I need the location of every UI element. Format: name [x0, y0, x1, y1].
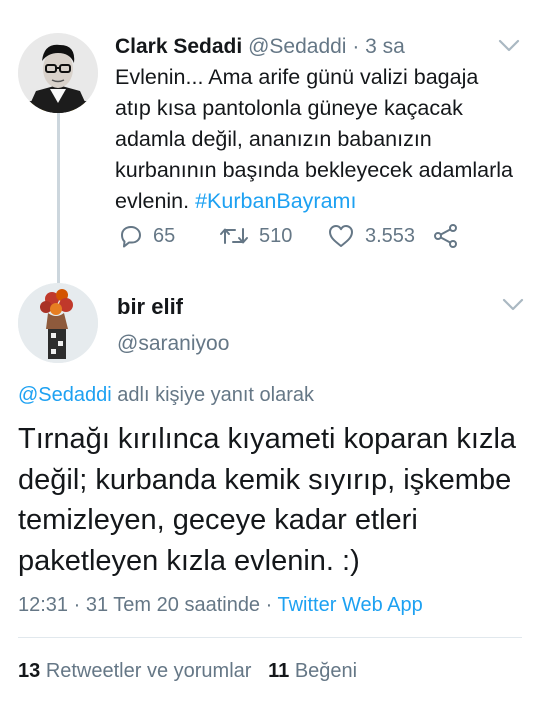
header-separator: ·	[352, 35, 360, 58]
retweets-count: 13	[18, 660, 41, 682]
chevron-down-icon[interactable]	[502, 298, 524, 312]
reply-time: 12:31	[18, 594, 69, 616]
share-icon[interactable]	[433, 223, 459, 249]
author-handle[interactable]: @Sedaddi	[248, 35, 346, 58]
reply-author-handle[interactable]: @saraniyoo	[117, 332, 229, 356]
chevron-down-icon[interactable]	[498, 39, 520, 53]
avatar-image	[18, 33, 98, 113]
reply-action[interactable]: 65	[117, 222, 175, 250]
avatar-image	[18, 283, 98, 363]
source-app-link[interactable]: Twitter Web App	[278, 594, 423, 616]
avatar-bir-elif[interactable]	[18, 283, 98, 363]
tweet-text: Evlenin... Ama arife günü valizi bagaja …	[115, 62, 515, 217]
retweet-count: 510	[259, 224, 293, 247]
likes-count: 11	[268, 660, 290, 682]
like-count: 3.553	[365, 224, 416, 247]
reply-stats: 13 Retweetler ve yorumlar 11 Beğeni	[18, 660, 357, 683]
retweet-action[interactable]: 510	[219, 222, 292, 250]
tweet-header: Clark Sedadi @Sedaddi · 3 sa	[115, 35, 405, 59]
replying-to-mention[interactable]: @Sedaddi	[18, 384, 112, 406]
retweets-stat[interactable]: 13 Retweetler ve yorumlar	[18, 660, 251, 682]
reply-count: 65	[153, 224, 176, 247]
meta-separator: ·	[73, 594, 81, 616]
reply-date: 31 Tem 20 saatinde	[85, 594, 261, 616]
reply-text: Tırnağı kırılınca kıyameti koparan kızla…	[18, 423, 517, 577]
replying-to-suffix: adlı kişiye yanıt olarak	[111, 384, 315, 406]
retweets-label: Retweetler ve yorumlar	[45, 660, 252, 682]
retweet-icon	[220, 228, 248, 244]
divider	[18, 637, 522, 638]
like-icon	[329, 225, 353, 247]
tweet-time[interactable]: 3 sa	[365, 35, 405, 58]
like-action[interactable]: 3.553	[327, 222, 415, 250]
author-name[interactable]: Clark Sedadi	[115, 35, 242, 58]
likes-label: Beğeni	[294, 660, 358, 682]
reply-icon	[121, 226, 141, 248]
thread-connector-line	[57, 113, 60, 283]
meta-separator: ·	[265, 594, 273, 616]
likes-stat[interactable]: 11 Beğeni	[268, 660, 357, 682]
reply-meta: 12:31 · 31 Tem 20 saatinde · Twitter Web…	[18, 594, 423, 617]
reply-author-name[interactable]: bir elif	[117, 294, 183, 320]
avatar-clark-sedadi[interactable]	[18, 33, 98, 113]
replying-to-line: @Sedaddi adlı kişiye yanıt olarak	[18, 384, 314, 407]
hashtag-link[interactable]: #KurbanBayramı	[195, 189, 356, 213]
